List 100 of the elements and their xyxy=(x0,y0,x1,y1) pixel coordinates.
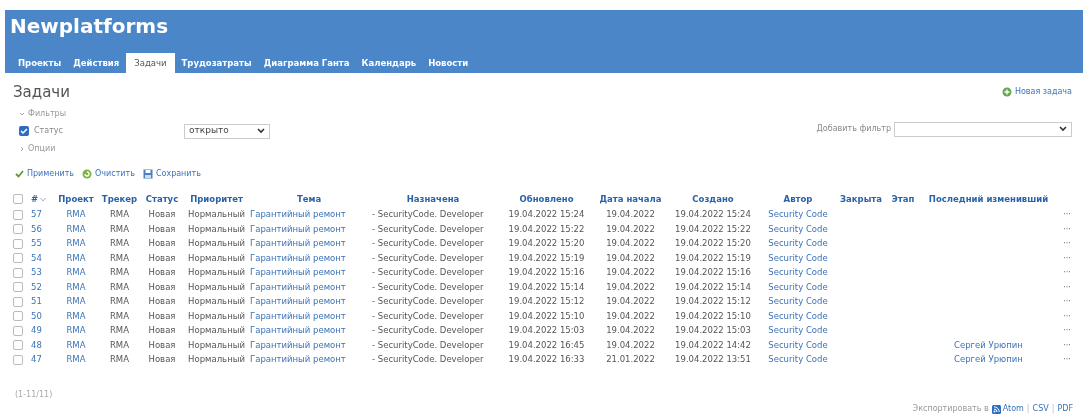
column-header[interactable]: Создано xyxy=(692,193,734,206)
issue-number-link[interactable]: 50 xyxy=(31,310,42,321)
issue-number-link[interactable]: 57 xyxy=(31,209,42,220)
author-link[interactable]: Security Code xyxy=(768,267,828,278)
user-link[interactable]: Сергей Урюпин xyxy=(954,354,1023,365)
row-checkbox[interactable] xyxy=(13,325,23,336)
project-link[interactable]: RMA xyxy=(66,339,86,350)
column-header[interactable]: Обновлено xyxy=(519,193,574,206)
nav-tab[interactable]: Проекты xyxy=(13,57,67,73)
project-link[interactable]: RMA xyxy=(66,281,86,292)
project-link[interactable]: RMA xyxy=(66,223,86,234)
issue-number-link[interactable]: 47 xyxy=(31,354,42,365)
nav-tab[interactable]: Новости xyxy=(423,57,474,73)
project-link[interactable]: RMA xyxy=(66,252,86,263)
author-link[interactable]: Security Code xyxy=(768,296,828,307)
nav-tab[interactable]: Задачи xyxy=(126,53,175,73)
project-link[interactable]: RMA xyxy=(66,238,86,249)
project-link[interactable]: RMA xyxy=(66,209,86,220)
row-menu-button[interactable]: ··· xyxy=(1063,268,1071,277)
issue-number-link[interactable]: 56 xyxy=(31,223,42,234)
export-link[interactable]: PDF xyxy=(1057,403,1073,415)
column-header[interactable]: Приоритет xyxy=(190,193,243,206)
nav-tab[interactable]: Календарь xyxy=(356,57,422,73)
row-menu-button[interactable]: ··· xyxy=(1063,224,1071,234)
row-menu-button[interactable]: ··· xyxy=(1063,297,1071,306)
row-checkbox[interactable] xyxy=(13,340,23,350)
nav-tab[interactable]: Трудозатраты xyxy=(176,57,257,73)
issue-number-link[interactable]: 48 xyxy=(31,339,42,350)
subject-link[interactable]: Гарантийный ремонт xyxy=(250,354,346,365)
author-link[interactable]: Security Code xyxy=(768,223,828,234)
row-checkbox[interactable] xyxy=(13,267,23,278)
row-menu-button[interactable]: ··· xyxy=(1063,355,1071,364)
project-link[interactable]: RMA xyxy=(66,325,86,336)
subject-link[interactable]: Гарантийный ремонт xyxy=(250,238,346,249)
column-header[interactable]: Статус xyxy=(145,193,179,206)
row-checkbox[interactable] xyxy=(13,238,23,249)
row-menu-button[interactable]: ··· xyxy=(1063,239,1071,248)
column-header[interactable]: # xyxy=(31,193,47,206)
status-select[interactable]: открыто xyxy=(184,123,270,139)
filters-toggle[interactable]: Фильтры xyxy=(19,107,270,120)
subject-link[interactable]: Гарантийный ремонт xyxy=(250,209,346,220)
author-link[interactable]: Security Code xyxy=(768,325,828,336)
column-header[interactable]: Последний изменивший xyxy=(928,193,1049,206)
issue-number-link[interactable]: 51 xyxy=(31,296,42,307)
action-link[interactable]: Очистить xyxy=(82,167,135,180)
options-toggle[interactable]: Опции xyxy=(19,142,270,155)
issue-number-link[interactable]: 54 xyxy=(31,252,42,263)
author-link[interactable]: Security Code xyxy=(768,252,828,263)
row-checkbox[interactable] xyxy=(13,311,23,321)
user-link[interactable]: Сергей Урюпин xyxy=(954,339,1023,350)
column-header[interactable]: Дата начала xyxy=(599,193,662,206)
subject-link[interactable]: Гарантийный ремонт xyxy=(250,281,346,292)
row-checkbox[interactable] xyxy=(13,209,23,220)
author-link[interactable]: Security Code xyxy=(768,354,828,365)
column-header[interactable]: Этап xyxy=(891,193,915,206)
subject-link[interactable]: Гарантийный ремонт xyxy=(250,325,346,336)
row-checkbox[interactable] xyxy=(13,224,23,234)
row-menu-button[interactable]: ··· xyxy=(1063,326,1071,335)
export-link[interactable]: Atom xyxy=(991,403,1024,415)
row-menu-button[interactable]: ··· xyxy=(1063,282,1071,292)
project-link[interactable]: RMA xyxy=(66,354,86,365)
row-checkbox[interactable] xyxy=(13,296,23,307)
issue-number-link[interactable]: 49 xyxy=(31,325,42,336)
row-checkbox[interactable] xyxy=(13,253,23,263)
subject-link[interactable]: Гарантийный ремонт xyxy=(250,223,346,234)
action-link[interactable]: Сохранить xyxy=(142,167,201,180)
column-header[interactable]: Трекер xyxy=(101,193,138,206)
row-menu-button[interactable]: ··· xyxy=(1063,253,1071,263)
row-menu-button[interactable]: ··· xyxy=(1063,210,1071,219)
subject-link[interactable]: Гарантийный ремонт xyxy=(250,267,346,278)
author-link[interactable]: Security Code xyxy=(768,209,828,220)
subject-link[interactable]: Гарантийный ремонт xyxy=(250,339,346,350)
row-checkbox[interactable] xyxy=(13,282,23,292)
subject-link[interactable]: Гарантийный ремонт xyxy=(250,296,346,307)
new-issue-link[interactable]: Новая задача xyxy=(1001,86,1072,99)
row-checkbox[interactable] xyxy=(13,354,23,365)
nav-tab[interactable]: Действия xyxy=(68,57,125,73)
add-filter-select[interactable] xyxy=(894,121,1072,137)
row-menu-button[interactable]: ··· xyxy=(1063,311,1071,321)
subject-link[interactable]: Гарантийный ремонт xyxy=(250,310,346,321)
author-link[interactable]: Security Code xyxy=(768,281,828,292)
author-link[interactable]: Security Code xyxy=(768,238,828,249)
issue-number-link[interactable]: 53 xyxy=(31,267,42,278)
status-checkbox[interactable] xyxy=(19,126,29,136)
issue-number-link[interactable]: 55 xyxy=(31,238,42,249)
project-link[interactable]: RMA xyxy=(66,296,86,307)
issue-number-link[interactable]: 52 xyxy=(31,281,42,292)
column-header[interactable]: Автор xyxy=(783,193,813,206)
author-link[interactable]: Security Code xyxy=(768,339,828,350)
project-link[interactable]: RMA xyxy=(66,310,86,321)
author-link[interactable]: Security Code xyxy=(768,310,828,321)
action-link[interactable]: Применить xyxy=(15,167,75,180)
column-header[interactable]: Назначена xyxy=(406,193,460,206)
column-header[interactable]: Тема xyxy=(296,193,322,206)
column-header[interactable]: Проект xyxy=(58,193,94,206)
project-link[interactable]: RMA xyxy=(66,267,86,278)
nav-tab[interactable]: Диаграмма Ганта xyxy=(258,57,355,73)
column-header[interactable]: Закрыта xyxy=(840,193,882,206)
select-all-checkbox[interactable] xyxy=(13,194,23,205)
subject-link[interactable]: Гарантийный ремонт xyxy=(250,252,346,263)
